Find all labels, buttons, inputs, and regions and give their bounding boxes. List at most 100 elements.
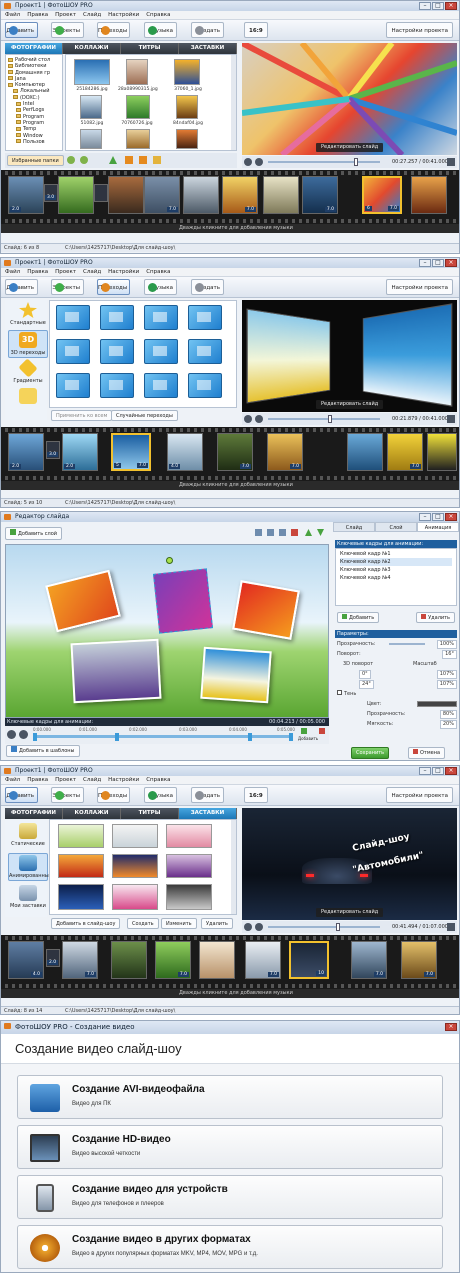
project-settings-button[interactable]: Настройки проекта — [386, 22, 453, 38]
maximize-button[interactable]: □ — [432, 767, 444, 775]
menu-edit[interactable]: Правка — [27, 269, 48, 275]
category-animated[interactable]: Анимированные — [8, 853, 52, 881]
music-track[interactable]: Дважды кликните для добавления музыки — [1, 481, 459, 490]
stop-icon[interactable] — [255, 158, 263, 166]
add-layer-button[interactable]: Добавить слой — [5, 527, 63, 540]
timeline-slide[interactable] — [58, 176, 94, 214]
favorite-folders-button[interactable]: Избранные папки — [7, 155, 64, 166]
file-thumbnail[interactable] — [174, 59, 200, 85]
menu-slide[interactable]: Слайд — [83, 269, 101, 275]
menu-edit[interactable]: Правка — [27, 777, 48, 783]
menu-file[interactable]: Файл — [5, 269, 20, 275]
rotate-value[interactable]: 16° — [442, 650, 457, 659]
slide-canvas[interactable] — [5, 544, 329, 718]
delete-icon[interactable] — [291, 529, 298, 536]
tool-transitions-button[interactable]: Переходы — [97, 22, 130, 38]
maximize-button[interactable]: □ — [432, 513, 444, 521]
menu-help[interactable]: Справка — [146, 777, 170, 783]
opacity-slider[interactable] — [389, 643, 425, 645]
add-to-slideshow-button[interactable]: Добавить в слайд-шоу — [51, 918, 121, 929]
tab-intros[interactable]: ЗАСТАВКИ — [179, 808, 237, 819]
menu-project[interactable]: Проект — [55, 12, 76, 18]
layer-photo-orange-flowers[interactable] — [45, 569, 121, 633]
menu-settings[interactable]: Настройки — [108, 777, 139, 783]
edit-slide-button[interactable]: Редактировать слайд — [316, 400, 384, 409]
paste-icon[interactable] — [279, 529, 286, 536]
shadow-checkbox[interactable] — [337, 690, 342, 695]
move-down-icon[interactable] — [317, 529, 324, 536]
fullscreen-icon[interactable] — [447, 923, 455, 931]
intro-template[interactable] — [166, 824, 212, 848]
tab-titles[interactable]: ТИТРЫ — [121, 808, 179, 819]
cut-icon[interactable] — [255, 529, 262, 536]
tool-create-button[interactable]: Создать — [191, 787, 224, 803]
file-thumbnail[interactable] — [74, 59, 110, 85]
file-thumbnail[interactable] — [80, 95, 102, 119]
add-to-templates-button[interactable]: Добавить в шаблоны — [6, 745, 80, 757]
tool-add-button[interactable]: Добавить — [5, 279, 38, 295]
file-thumbnail[interactable] — [176, 129, 198, 149]
seek-slider[interactable] — [268, 158, 380, 166]
intro-template[interactable] — [58, 884, 104, 910]
keyframe-marker[interactable] — [33, 733, 37, 741]
seek-slider[interactable] — [268, 415, 380, 423]
keyframe-track[interactable] — [33, 735, 293, 738]
timeline-slide[interactable] — [111, 941, 147, 979]
timeline-slide[interactable]: 2.0 — [62, 433, 98, 471]
tab-slide[interactable]: Слайд — [333, 522, 375, 532]
timeline-slide[interactable]: 7.0 — [387, 433, 423, 471]
fullscreen-icon[interactable] — [447, 158, 455, 166]
file-grid-scrollbar[interactable] — [231, 55, 236, 150]
timeline-slide[interactable]: 7.0 — [302, 176, 338, 214]
transition-tile[interactable] — [56, 305, 90, 330]
keyframe-marker[interactable] — [289, 733, 293, 741]
tool-add-button[interactable]: Добавить — [5, 787, 38, 803]
transition-tile[interactable] — [144, 305, 178, 330]
folder-item[interactable]: Пользов — [8, 139, 60, 145]
stop-icon[interactable] — [19, 730, 28, 739]
minimize-button[interactable]: – — [419, 259, 431, 267]
add-keyframe-icon[interactable] — [301, 728, 307, 734]
tool-effects-button[interactable]: Эффекты — [51, 787, 84, 803]
timeline-slide[interactable]: 7.0 — [222, 176, 258, 214]
keyframe-list-item[interactable]: Ключевой кадр №1 — [340, 550, 452, 558]
stop-icon[interactable] — [255, 415, 263, 423]
tab-intros[interactable]: ЗАСТАВКИ — [179, 43, 237, 54]
timeline-slide[interactable]: 7.0 — [245, 941, 281, 979]
menu-settings[interactable]: Настройки — [108, 12, 139, 18]
music-track[interactable]: Дважды кликните для добавления музыки — [1, 224, 459, 233]
softness-value[interactable]: 20% — [439, 720, 457, 729]
close-button[interactable]: × — [445, 1023, 457, 1031]
menu-settings[interactable]: Настройки — [108, 269, 139, 275]
timeline-slide-selected[interactable]: 6 7.0 — [362, 176, 402, 214]
keyframe-list-item[interactable]: Ключевой кадр №4 — [340, 574, 452, 582]
play-icon[interactable] — [7, 730, 16, 739]
intro-template[interactable] — [112, 854, 158, 878]
music-track[interactable]: Дважды кликните для добавления музыки — [1, 989, 459, 998]
timeline-slide[interactable] — [199, 941, 235, 979]
category-standard[interactable]: Стандартные — [8, 302, 48, 326]
transition-tile[interactable] — [144, 339, 178, 364]
menu-file[interactable]: Файл — [5, 777, 20, 783]
option-hd[interactable]: Создание HD-видео Видео высокой четкости — [17, 1125, 443, 1169]
tab-photos[interactable]: ФОТОГРАФИИ — [5, 808, 63, 819]
menu-project[interactable]: Проект — [55, 269, 76, 275]
tool-add-button[interactable]: Добавить — [5, 22, 38, 38]
play-icon[interactable] — [244, 158, 252, 166]
timeline-slide[interactable]: 4.0 — [8, 941, 44, 979]
delete-keyframe-button[interactable]: Удалить — [416, 612, 455, 623]
tool-effects-button[interactable]: Эффекты — [51, 22, 84, 38]
menu-slide[interactable]: Слайд — [83, 777, 101, 783]
timeline-transition[interactable]: 3.0 — [44, 184, 58, 202]
intro-template[interactable] — [166, 854, 212, 878]
timeline-slide[interactable]: 7.0 — [401, 941, 437, 979]
tool-create-button[interactable]: Создать — [191, 22, 224, 38]
maximize-button[interactable]: □ — [432, 2, 444, 10]
close-button[interactable]: × — [445, 259, 457, 267]
timeline-slide[interactable]: 7.0 — [351, 941, 387, 979]
opacity-value[interactable]: 100% — [436, 640, 457, 649]
create-intro-button[interactable]: Создать — [127, 918, 159, 929]
timeline-slide[interactable]: 7.0 — [144, 176, 180, 214]
timeline-slide[interactable] — [263, 176, 299, 214]
seek-knob[interactable] — [336, 923, 340, 931]
